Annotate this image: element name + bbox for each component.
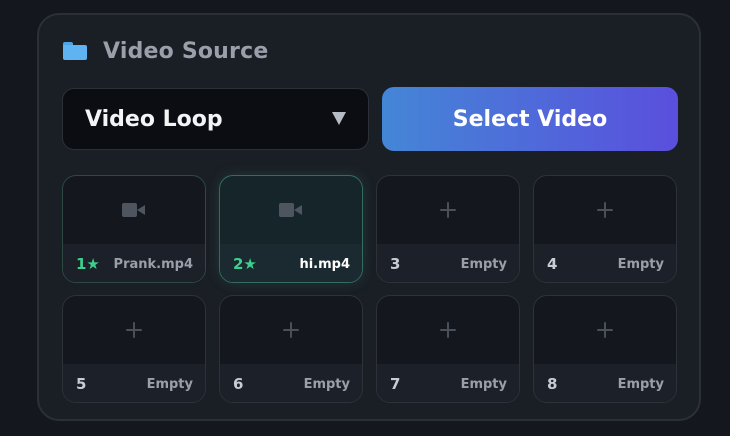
dropdown-value: Video Loop — [85, 106, 223, 132]
slot-file-name: Empty — [303, 376, 350, 392]
slot-number: 3 — [390, 255, 401, 273]
plus-icon — [597, 202, 613, 218]
plus-icon — [440, 322, 456, 338]
slot-file-name: hi.mp4 — [299, 256, 350, 272]
video-slot-7[interactable]: 7 Empty — [376, 295, 520, 403]
slot-file-name: Prank.mp4 — [113, 256, 193, 272]
section-header: Video Source — [63, 36, 268, 66]
plus-icon — [283, 322, 299, 338]
slot-file-name: Empty — [146, 376, 193, 392]
video-slot-1[interactable]: 1★ Prank.mp4 — [62, 175, 206, 283]
section-title: Video Source — [103, 38, 269, 64]
video-slot-8[interactable]: 8 Empty — [533, 295, 677, 403]
video-slot-5[interactable]: 5 Empty — [62, 295, 206, 403]
slot-file-name: Empty — [460, 256, 507, 272]
video-slot-3[interactable]: 3 Empty — [376, 175, 520, 283]
video-source-dropdown[interactable]: Video Loop — [62, 88, 369, 150]
video-camera-icon — [122, 203, 146, 217]
video-slot-6[interactable]: 6 Empty — [219, 295, 363, 403]
dropdown-arrow-icon — [332, 112, 346, 125]
slot-number: 2★ — [233, 255, 257, 273]
plus-icon — [597, 322, 613, 338]
slot-file-name: Empty — [617, 376, 664, 392]
plus-icon — [440, 202, 456, 218]
slot-number: 5 — [76, 375, 87, 393]
select-video-button[interactable]: Select Video — [382, 87, 678, 151]
slot-file-name: Empty — [460, 376, 507, 392]
slot-number: 4 — [547, 255, 558, 273]
folder-icon — [63, 42, 87, 60]
video-slot-4[interactable]: 4 Empty — [533, 175, 677, 283]
video-camera-icon — [279, 203, 303, 217]
slot-number: 1★ — [76, 255, 100, 273]
slot-number: 6 — [233, 375, 244, 393]
plus-icon — [126, 322, 142, 338]
slot-number: 7 — [390, 375, 401, 393]
slot-file-name: Empty — [617, 256, 664, 272]
video-slot-2[interactable]: 2★ hi.mp4 — [219, 175, 363, 283]
slot-number: 8 — [547, 375, 558, 393]
